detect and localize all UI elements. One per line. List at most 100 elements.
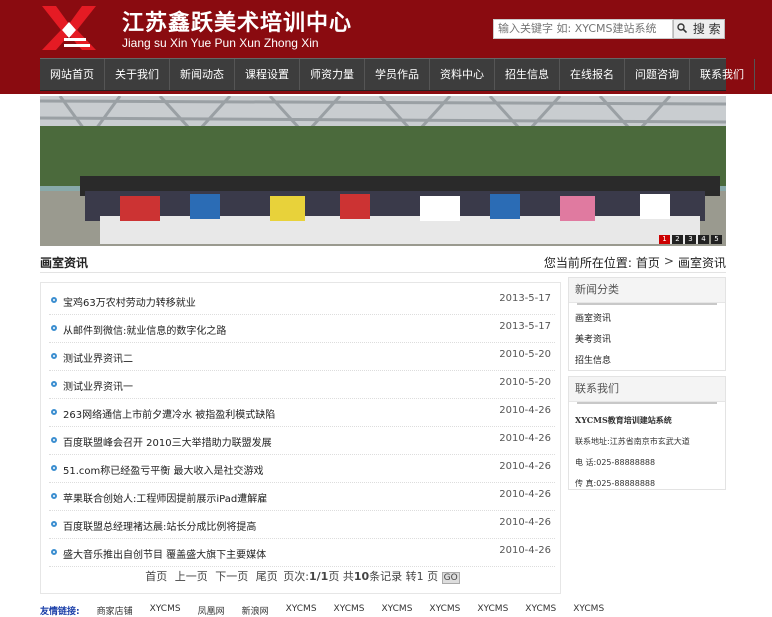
list-item: 测试业界资讯二 2010-5-20 xyxy=(49,343,555,371)
news-title-link[interactable]: 盛大音乐推出自创节目 覆盖盛大旗下主要媒体 xyxy=(63,546,266,561)
pager-next[interactable]: 下一页 xyxy=(215,570,248,583)
news-title-link[interactable]: 苹果联合创始人:工程师因提前展示iPad遭解雇 xyxy=(63,490,267,505)
friend-link[interactable]: 商家店铺 xyxy=(97,604,133,617)
bullet-icon xyxy=(51,325,57,331)
news-date: 2013-5-17 xyxy=(499,321,551,332)
pager-page-value: 1/1 xyxy=(309,570,329,583)
news-list: 宝鸡63万农村劳动力转移就业 2013-5-17 从邮件到微信:就业信息的数字化之… xyxy=(49,287,555,567)
main-nav: 网站首页 关于我们 新闻动态 课程设置 师资力量 学员作品 资料中心 招生信息 … xyxy=(40,58,755,91)
nav-item-faq[interactable]: 问题咨询 xyxy=(625,59,690,90)
breadcrumb-prefix: 您当前所在位置: xyxy=(543,256,632,270)
slide-dot-5[interactable]: 5 xyxy=(711,235,722,244)
friend-link[interactable]: XYCMS xyxy=(150,604,181,617)
pager-total-value: 10 xyxy=(353,570,370,583)
banner-slideshow[interactable]: 1 2 3 4 5 xyxy=(40,96,726,246)
bullet-icon xyxy=(51,409,57,415)
list-item: 263网络通信上市前夕遭冷水 被指盈利模式缺陷 2010-4-26 xyxy=(49,399,555,427)
news-date: 2013-5-17 xyxy=(499,293,551,304)
slide-dot-4[interactable]: 4 xyxy=(698,235,709,244)
bullet-icon xyxy=(51,521,57,527)
bullet-icon xyxy=(51,493,57,499)
search-button[interactable]: 搜 索 xyxy=(673,19,725,39)
slide-dot-2[interactable]: 2 xyxy=(672,235,683,244)
friend-link[interactable]: XYCMS xyxy=(334,604,365,617)
nav-item-signup[interactable]: 在线报名 xyxy=(560,59,625,90)
news-date: 2010-4-26 xyxy=(499,405,551,416)
news-title-link[interactable]: 从邮件到微信:就业信息的数字化之路 xyxy=(63,322,226,337)
pager-total-prefix: 共 xyxy=(342,570,354,583)
category-link[interactable]: 招生信息 xyxy=(575,351,719,372)
news-title-link[interactable]: 百度联盟峰会召开 2010三大举措助力联盟发展 xyxy=(63,434,272,449)
friend-link[interactable]: XYCMS xyxy=(429,604,460,617)
nav-item-contact[interactable]: 联系我们 xyxy=(690,59,755,90)
friend-link[interactable]: XYCMS xyxy=(573,604,604,617)
site-title: 江苏鑫跃美术培训中心 xyxy=(122,10,353,36)
slide-dot-1[interactable]: 1 xyxy=(659,235,670,244)
friend-link[interactable]: XYCMS xyxy=(286,604,317,617)
breadcrumb: 您当前所在位置: 首页 > 画室资讯 xyxy=(544,254,726,271)
news-date: 2010-4-26 xyxy=(499,517,551,528)
site-logo[interactable] xyxy=(40,4,98,52)
nav-item-home[interactable]: 网站首页 xyxy=(40,59,105,90)
category-link[interactable]: 画室资讯 xyxy=(575,309,719,330)
news-title-link[interactable]: 51.com称已经盈亏平衡 最大收入是社交游戏 xyxy=(63,462,263,477)
news-category-box: 新闻分类 画室资讯 美考资讯 招生信息 xyxy=(568,277,726,371)
list-item: 盛大音乐推出自创节目 覆盖盛大旗下主要媒体 2010-4-26 xyxy=(49,539,555,567)
list-item: 宝鸡63万农村劳动力转移就业 2013-5-17 xyxy=(49,287,555,315)
nav-item-admissions[interactable]: 招生信息 xyxy=(495,59,560,90)
site-subtitle: Jiang su Xin Yue Pun Xun Zhong Xin xyxy=(122,36,319,50)
pagination: 首页 上一页 下一页 尾页 页次:1/1页 共10条记录 转1 页 GO xyxy=(41,568,562,584)
list-item: 测试业界资讯一 2010-5-20 xyxy=(49,371,555,399)
pager-prev[interactable]: 上一页 xyxy=(175,570,208,583)
breadcrumb-separator: > xyxy=(663,254,674,268)
section-divider xyxy=(40,272,726,273)
friend-links-label: 友情链接: xyxy=(40,607,80,617)
nav-item-courses[interactable]: 课程设置 xyxy=(235,59,300,90)
news-list-panel: 宝鸡63万农村劳动力转移就业 2013-5-17 从邮件到微信:就业信息的数字化之… xyxy=(40,282,561,594)
pager-go-button[interactable]: GO xyxy=(441,572,460,584)
news-title-link[interactable]: 百度联盟总经理褚达晨:站长分成比例将提高 xyxy=(63,518,256,533)
news-title-link[interactable]: 测试业界资讯一 xyxy=(63,378,133,393)
pager-goto-prefix: 转 xyxy=(405,570,417,583)
news-date: 2010-4-26 xyxy=(499,489,551,500)
nav-item-works[interactable]: 学员作品 xyxy=(365,59,430,90)
pager-goto-suffix: 页 xyxy=(427,570,439,583)
slide-dot-3[interactable]: 3 xyxy=(685,235,696,244)
news-title-link[interactable]: 测试业界资讯二 xyxy=(63,350,133,365)
news-date: 2010-4-26 xyxy=(499,433,551,444)
contact-details: XYCMS教育培训建站系统 联系地址:江苏省南京市玄武大道 电 话:025-88… xyxy=(569,404,725,500)
category-link[interactable]: 美考资讯 xyxy=(575,330,719,351)
search-input[interactable] xyxy=(493,19,673,39)
news-category-list: 画室资讯 美考资讯 招生信息 xyxy=(569,305,725,376)
pager-first[interactable]: 首页 xyxy=(145,570,167,583)
bullet-icon xyxy=(51,549,57,555)
contact-org: XYCMS教育培训建站系统 xyxy=(575,415,672,425)
pager-page-unit: 页 xyxy=(328,570,340,583)
nav-item-resources[interactable]: 资料中心 xyxy=(430,59,495,90)
nav-item-about[interactable]: 关于我们 xyxy=(105,59,170,90)
contact-phone: 电 话:025-88888888 xyxy=(575,458,656,467)
news-date: 2010-4-26 xyxy=(499,545,551,556)
news-category-title: 新闻分类 xyxy=(569,278,725,303)
nav-item-teachers[interactable]: 师资力量 xyxy=(300,59,365,90)
friend-link[interactable]: XYCMS xyxy=(477,604,508,617)
bullet-icon xyxy=(51,437,57,443)
list-item: 从邮件到微信:就业信息的数字化之路 2013-5-17 xyxy=(49,315,555,343)
friend-link[interactable]: XYCMS xyxy=(381,604,412,617)
friend-link[interactable]: XYCMS xyxy=(525,604,556,617)
pager-last[interactable]: 尾页 xyxy=(256,570,278,583)
news-date: 2010-5-20 xyxy=(499,377,551,388)
bullet-icon xyxy=(51,465,57,471)
list-item: 百度联盟总经理褚达晨:站长分成比例将提高 2010-4-26 xyxy=(49,511,555,539)
friend-link[interactable]: 凤凰网 xyxy=(198,604,225,617)
breadcrumb-current[interactable]: 画室资讯 xyxy=(678,254,726,271)
news-date: 2010-5-20 xyxy=(499,349,551,360)
breadcrumb-home[interactable]: 首页 xyxy=(636,254,660,271)
pager-goto-input[interactable]: 1 xyxy=(417,570,424,583)
contact-title: 联系我们 xyxy=(569,377,725,402)
list-item: 51.com称已经盈亏平衡 最大收入是社交游戏 2010-4-26 xyxy=(49,455,555,483)
news-title-link[interactable]: 宝鸡63万农村劳动力转移就业 xyxy=(63,294,196,309)
friend-link[interactable]: 新浪网 xyxy=(242,604,269,617)
nav-item-news[interactable]: 新闻动态 xyxy=(170,59,235,90)
news-title-link[interactable]: 263网络通信上市前夕遭冷水 被指盈利模式缺陷 xyxy=(63,406,275,421)
